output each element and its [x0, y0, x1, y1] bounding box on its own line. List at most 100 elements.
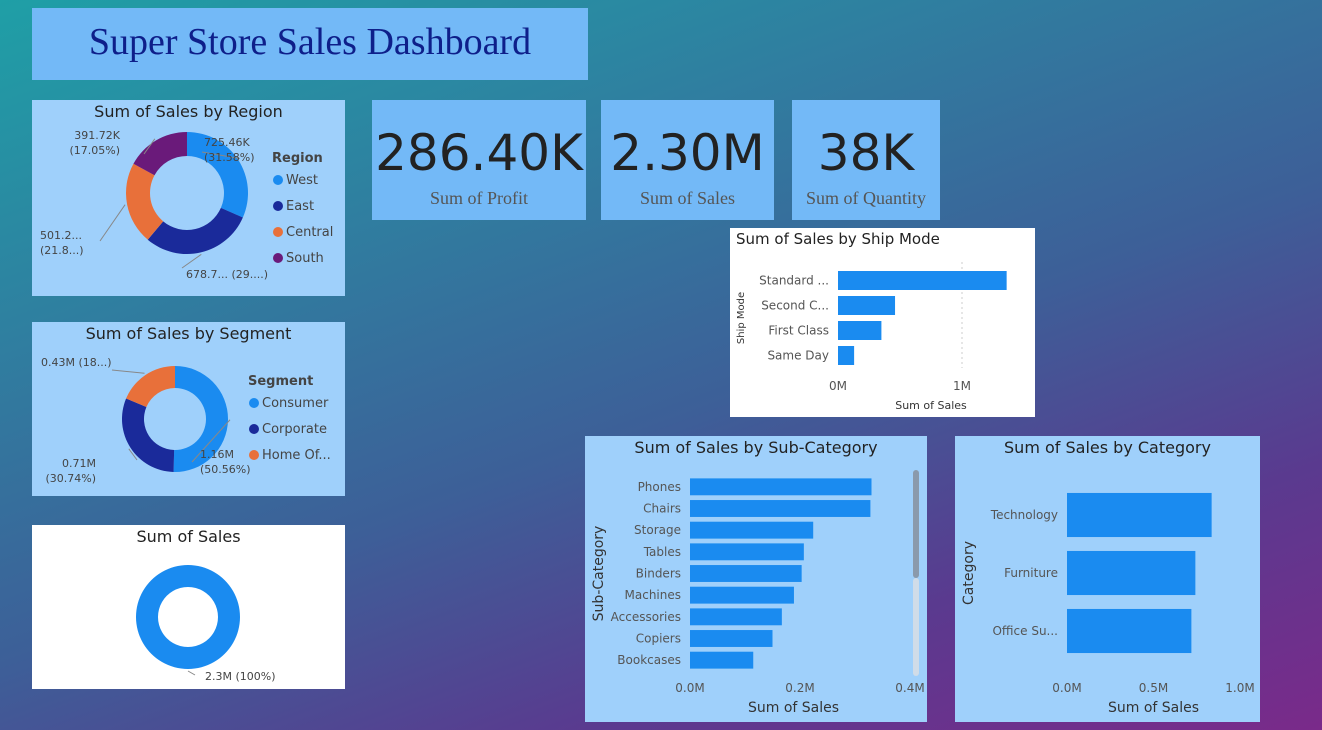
region-donut-chart[interactable]: 725.46K (31.58%) 678.7... (29....) 501.2...… — [32, 100, 345, 296]
legend-label: West — [286, 173, 318, 188]
pie-slice[interactable] — [121, 398, 175, 472]
legend-label: Home Of... — [262, 448, 331, 463]
shipmode-chart-panel[interactable]: Sum of Sales by Ship Mode 0M 1M Standard .… — [730, 228, 1035, 417]
legend-label: Corporate — [262, 422, 327, 437]
segment-donut-chart[interactable]: 1.16M (50.56%) 0.71M (30.74%) 0.43M (18...) S… — [32, 322, 345, 496]
leader-line — [99, 204, 126, 242]
legend-title: Segment — [248, 374, 313, 389]
leader-line — [111, 369, 145, 374]
category-label: First Class — [768, 324, 829, 338]
leader-line — [187, 670, 196, 676]
x-tick-label: 0.2M — [785, 681, 814, 695]
data-label: (30.74%) — [45, 472, 96, 485]
x-axis-title: Sum of Sales — [748, 700, 839, 716]
kpi-label: Sum of Profit — [429, 188, 528, 208]
bar[interactable] — [690, 630, 773, 647]
category-label: Office Su... — [992, 624, 1058, 638]
data-label: (17.05%) — [69, 144, 120, 157]
legend-marker — [249, 398, 259, 408]
kpi-value: 2.30M — [610, 124, 765, 182]
category-label: Bookcases — [617, 653, 681, 667]
pie-slice[interactable] — [135, 565, 240, 669]
bar[interactable] — [690, 521, 814, 539]
category-label: Storage — [634, 523, 681, 537]
x-tick-label: 0.4M — [895, 681, 924, 695]
bar[interactable] — [838, 271, 1007, 290]
y-axis-title: Ship Mode — [736, 292, 747, 344]
leader-line — [181, 253, 202, 269]
category-chart-panel[interactable]: Sum of Sales by Category 0.0M 0.5M 1.0M Tec… — [955, 436, 1260, 722]
x-tick-label: 1M — [953, 379, 971, 393]
legend-marker — [249, 424, 259, 434]
data-label: 725.46K — [204, 136, 250, 149]
category-label: Same Day — [767, 349, 829, 363]
x-tick-label: 1.0M — [1225, 681, 1254, 695]
y-axis-title: Category — [961, 541, 977, 605]
scrollbar-thumb[interactable] — [913, 470, 919, 578]
category-label: Accessories — [611, 610, 681, 624]
category-label: Tables — [643, 545, 681, 559]
bar[interactable] — [1067, 492, 1212, 538]
legend-marker — [249, 450, 259, 460]
category-label: Technology — [990, 508, 1058, 522]
legend-label: East — [286, 199, 314, 214]
bar[interactable] — [838, 321, 882, 340]
category-label: Copiers — [636, 632, 681, 646]
x-tick-label: 0.0M — [1052, 681, 1081, 695]
legend-label: Consumer — [262, 396, 329, 411]
bar[interactable] — [690, 500, 871, 517]
bar[interactable] — [690, 565, 802, 582]
x-tick-label: 0.5M — [1139, 681, 1168, 695]
data-label: 0.71M — [62, 457, 96, 470]
kpi-card-quantity[interactable]: 38K Sum of Quantity — [792, 100, 940, 220]
data-label: 2.3M (100%) — [205, 670, 276, 683]
subcategory-bar-chart[interactable]: 0.0M 0.2M 0.4M Phones Chairs Storage Tables Bin… — [585, 436, 927, 722]
category-label: Standard ... — [759, 274, 829, 288]
shipmode-bar-chart[interactable]: 0M 1M Standard ... Second C... First Class Sa… — [730, 228, 1035, 417]
bar[interactable] — [1067, 550, 1196, 596]
bar[interactable] — [690, 478, 872, 496]
y-axis-title: Sub-Category — [591, 526, 607, 622]
x-tick-label: 0M — [829, 379, 847, 393]
legend-marker — [273, 227, 283, 237]
pie-slice[interactable] — [147, 207, 243, 254]
category-label: Binders — [636, 567, 681, 581]
kpi-label: Sum of Sales — [639, 188, 735, 208]
bar[interactable] — [838, 296, 896, 315]
legend-marker — [273, 253, 283, 263]
bar[interactable] — [838, 346, 855, 365]
category-bar-chart[interactable]: 0.0M 0.5M 1.0M Technology Furniture Office Su… — [955, 436, 1260, 722]
dashboard-title-panel: Super Store Sales Dashboard — [32, 8, 588, 80]
category-label: Phones — [638, 480, 681, 494]
total-sales-chart-panel[interactable]: Sum of Sales 2.3M (100%) — [32, 525, 345, 689]
bar[interactable] — [690, 586, 794, 604]
subcategory-chart-panel[interactable]: Sum of Sales by Sub-Category 0.0M 0.2M 0.4… — [585, 436, 927, 722]
data-label: 1.16M — [200, 448, 234, 461]
data-label: (21.8...) — [40, 244, 84, 257]
total-sales-donut-chart[interactable]: 2.3M (100%) — [32, 525, 345, 689]
legend-label: South — [286, 251, 324, 266]
x-tick-label: 0.0M — [675, 681, 704, 695]
category-label: Furniture — [1004, 566, 1058, 580]
scrollbar-track[interactable] — [913, 578, 919, 676]
legend-marker — [273, 201, 283, 211]
kpi-card-sales[interactable]: 2.30M Sum of Sales — [601, 100, 774, 220]
kpi-label: Sum of Quantity — [806, 188, 926, 208]
bar[interactable] — [1067, 608, 1192, 654]
data-label: (50.56%) — [200, 463, 251, 476]
bar[interactable] — [690, 651, 754, 669]
kpi-value: 286.40K — [375, 124, 583, 182]
kpi-card-profit[interactable]: 286.40K Sum of Profit — [372, 100, 586, 220]
legend-title: Region — [272, 151, 323, 166]
legend-marker — [273, 175, 283, 185]
category-label: Second C... — [761, 299, 829, 313]
data-label: (31.58%) — [204, 151, 255, 164]
x-axis-title: Sum of Sales — [1108, 700, 1199, 716]
category-label: Chairs — [643, 502, 681, 516]
bar[interactable] — [690, 543, 804, 561]
segment-chart-panel[interactable]: Sum of Sales by Segment 1.16M (50.56%) 0.7… — [32, 322, 345, 496]
x-axis-title: Sum of Sales — [895, 399, 967, 412]
bar[interactable] — [690, 608, 782, 626]
region-chart-panel[interactable]: Sum of Sales by Region 725.46K (31.58%) 67… — [32, 100, 345, 296]
data-label: 391.72K — [74, 129, 120, 142]
